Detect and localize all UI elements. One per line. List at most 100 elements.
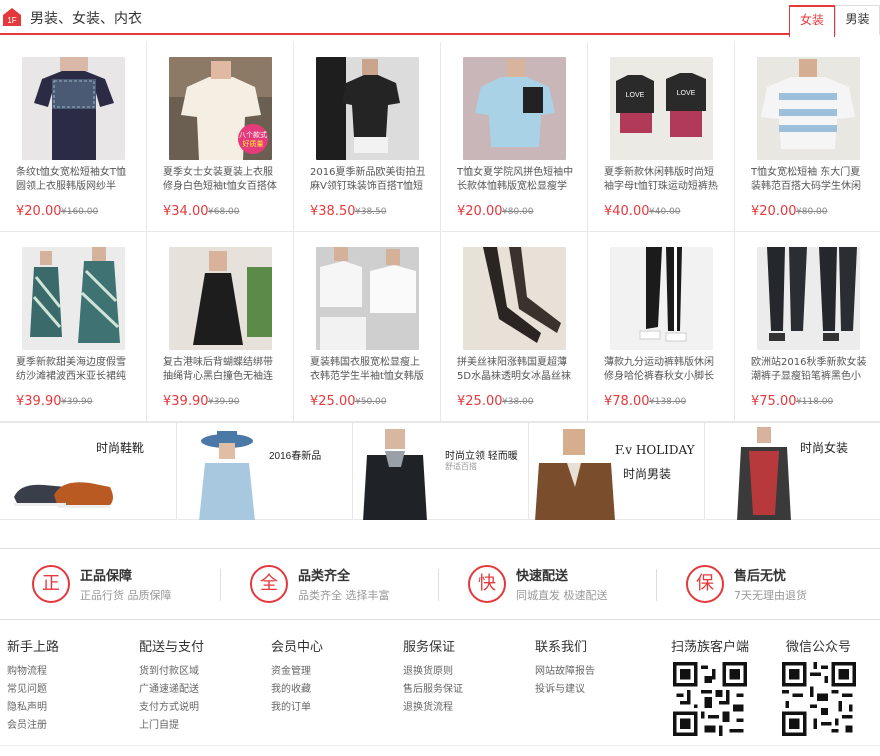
footer-link[interactable]: 投诉与建议 — [535, 681, 595, 699]
product-name[interactable]: T恤女宽松短袖 东大门夏装韩范百搭大码学生休闲 — [751, 166, 869, 194]
svg-text:LOVE: LOVE — [677, 90, 696, 97]
product-price: ¥20.00 — [16, 204, 62, 219]
service-title: 售后无忧 — [734, 569, 787, 584]
product-card[interactable]: T恤女宽松短袖 东大门夏装韩范百搭大码学生休闲 ¥20.00 ¥80.00 — [735, 42, 880, 232]
banner-title: 时尚女装 — [800, 441, 849, 455]
banner-title: 时尚鞋靴 — [96, 441, 145, 455]
product-original-price: ¥40.00 — [649, 207, 681, 217]
footer-col-title: 新手上路 — [7, 640, 60, 655]
footer-col-member: 会员中心 资金管理 我的收藏 我的订单 — [271, 636, 323, 717]
banner-shoes[interactable]: 时尚鞋靴 — [0, 423, 177, 520]
floor-title: 男装、女装、内衣 — [30, 11, 142, 27]
product-name[interactable]: 欧洲站2016秋季新款女装潮裤子显瘦铅笔裤黑色小 — [751, 356, 869, 384]
shoes-image — [14, 482, 113, 508]
product-image[interactable] — [463, 57, 566, 160]
product-price: ¥20.00 — [751, 204, 797, 219]
footer-link[interactable]: 隐私声明 — [7, 699, 59, 717]
product-price: ¥75.00 — [751, 394, 797, 409]
product-card[interactable]: 条纹t恤女宽松短袖女T恤圆领上衣服韩版网纱半 ¥20.00 ¥160.00 — [0, 42, 147, 232]
product-card[interactable]: 八个款式 好质量 夏季女士女装夏装上衣服修身白色短袖t恤女百搭体 ¥34.00 … — [147, 42, 294, 232]
product-image[interactable] — [22, 57, 125, 160]
footer-link[interactable]: 退换货原则 — [403, 663, 463, 681]
footer-link[interactable]: 我的订单 — [271, 699, 323, 717]
product-name[interactable]: 条纹t恤女宽松短袖女T恤圆领上衣服韩版网纱半 — [16, 166, 134, 194]
product-card[interactable]: 复古港味后背蝴蝶结绑带抽绳背心黑白撞色无袖连 ¥39.90 ¥39.90 — [147, 232, 294, 422]
footer-link[interactable]: 退换货流程 — [403, 699, 463, 717]
product-original-price: ¥68.00 — [208, 207, 240, 217]
product-card[interactable]: 夏装韩国衣服宽松显瘦上衣韩范学生半袖t恤女韩版 ¥25.00 ¥50.00 — [294, 232, 441, 422]
banner-womenswear[interactable]: 时尚女装 — [705, 423, 880, 520]
product-card[interactable]: 拼美丝袜阳涨韩国夏超薄5D水晶袜透明女冰晶丝袜 ¥25.00 ¥38.00 — [441, 232, 588, 422]
footer-link[interactable]: 购物流程 — [7, 663, 59, 681]
product-card[interactable]: T恤女夏学院风拼色短袖中长款体恤韩版宽松显瘦学 ¥20.00 ¥80.00 — [441, 42, 588, 232]
service-subtitle: 7天无理由退货 — [734, 589, 807, 602]
product-name[interactable]: 夏季女士女装夏装上衣服修身白色短袖t恤女百搭体 — [163, 166, 281, 194]
banner-title: 2016春新品 — [269, 451, 322, 462]
qr-title-wechat: 微信公众号 — [786, 640, 852, 655]
footer-link[interactable]: 我的收藏 — [271, 681, 323, 699]
footer-link[interactable]: 常见问题 — [7, 681, 59, 699]
footer-link[interactable]: 网站故障报告 — [535, 663, 595, 681]
product-name[interactable]: 2016夏季新品欧美街拍丑麻V领钉珠装饰百搭T恤短 — [310, 166, 428, 194]
product-image[interactable] — [757, 247, 860, 350]
banner-title: 时尚立领 轻而暖 — [445, 451, 518, 462]
svg-text:LOVE: LOVE — [626, 92, 645, 99]
footer-link[interactable]: 广通速递配送 — [139, 681, 204, 699]
footer-link[interactable]: 上门自提 — [139, 717, 204, 735]
banner-spring-new[interactable]: 2016春新品 — [177, 423, 353, 520]
banner-menswear[interactable]: F.v HOLIDAY 时尚男装 — [529, 423, 705, 520]
product-image[interactable] — [22, 247, 125, 350]
product-card[interactable]: LOVE LOVE 夏季新款休闲韩版时尚短袖字母t恤钉珠运动短裤热 ¥40.00… — [588, 42, 735, 232]
product-name[interactable]: 夏装韩国衣服宽松显瘦上衣韩范学生半袖t恤女韩版 — [310, 356, 428, 384]
product-name[interactable]: T恤女夏学院风拼色短袖中长款体恤韩版宽松显瘦学 — [457, 166, 575, 194]
qr-code-app — [673, 662, 747, 736]
product-name[interactable]: 拼美丝袜阳涨韩国夏超薄5D水晶袜透明女冰晶丝袜 — [457, 356, 575, 384]
footer-link[interactable]: 会员注册 — [7, 717, 59, 735]
product-image[interactable] — [610, 247, 713, 350]
divider — [220, 569, 221, 601]
product-price: ¥38.50 — [310, 204, 356, 219]
product-card[interactable]: 薄款九分运动裤韩版休闲修身哈伦裤春秋女小脚长 ¥78.00 ¥138.00 — [588, 232, 735, 422]
product-image[interactable]: 八个款式 好质量 — [169, 57, 272, 160]
product-name[interactable]: 夏季新款休闲韩版时尚短袖字母t恤钉珠运动短裤热 — [604, 166, 722, 194]
svg-text:好质量: 好质量 — [243, 139, 264, 148]
tab-men[interactable]: 男装 — [835, 5, 880, 35]
product-card[interactable]: 夏季新款甜美海边度假雪纺沙滩裙波西米亚长裙纯 ¥39.90 ¥39.90 — [0, 232, 147, 422]
promo-banners: 时尚鞋靴 2016春新品 时尚立领 轻而暖 舒适百搭 F.v HOLIDAY 时… — [0, 422, 880, 520]
product-price: ¥25.00 — [310, 394, 356, 409]
product-price: ¥25.00 — [457, 394, 503, 409]
footer-bottom-divider — [0, 745, 880, 746]
footer-link[interactable]: 支付方式说明 — [139, 699, 204, 717]
product-image[interactable]: LOVE LOVE — [610, 57, 713, 160]
divider — [438, 569, 439, 601]
product-name[interactable]: 薄款九分运动裤韩版休闲修身哈伦裤春秋女小脚长 — [604, 356, 722, 384]
footer-link[interactable]: 售后服务保证 — [403, 681, 463, 699]
product-image[interactable] — [169, 247, 272, 350]
service-subtitle: 品类齐全 选择丰富 — [298, 589, 390, 602]
footer-link[interactable]: 货到付款区域 — [139, 663, 204, 681]
product-image[interactable] — [316, 247, 419, 350]
service-subtitle: 同城直发 极速配送 — [516, 589, 608, 602]
product-price: ¥34.00 — [163, 204, 209, 219]
product-name[interactable]: 复古港味后背蝴蝶结绑带抽绳背心黑白撞色无袖连 — [163, 356, 281, 384]
floor-header: 1F 男装、女装、内衣 女装 男装 — [0, 0, 880, 37]
product-original-price: ¥39.90 — [61, 397, 93, 407]
footer-col-service: 服务保证 退换货原则 售后服务保证 退换货流程 — [403, 636, 463, 717]
product-name[interactable]: 夏季新款甜美海边度假雪纺沙滩裙波西米亚长裙纯 — [16, 356, 134, 384]
model-suit-image — [535, 429, 615, 520]
aftersales-icon: 保 — [686, 565, 724, 603]
svg-text:八个款式: 八个款式 — [239, 130, 267, 139]
tab-women[interactable]: 女装 — [789, 5, 835, 37]
variety-icon: 全 — [250, 565, 288, 603]
product-price: ¥40.00 — [604, 204, 650, 219]
footer-link[interactable]: 资金管理 — [271, 663, 323, 681]
product-card[interactable]: 2016夏季新品欧美街拍丑麻V领钉珠装饰百搭T恤短 ¥38.50 ¥38.50 — [294, 42, 441, 232]
footer-col-title: 会员中心 — [271, 640, 324, 655]
product-image[interactable] — [757, 57, 860, 160]
product-image[interactable] — [463, 247, 566, 350]
product-card[interactable]: 欧洲站2016秋季新款女装潮裤子显瘦铅笔裤黑色小 ¥75.00 ¥118.00 — [735, 232, 880, 422]
service-subtitle: 正品行货 品质保障 — [80, 589, 172, 602]
floor-house-icon: 1F — [3, 8, 21, 26]
product-image[interactable] — [316, 57, 419, 160]
banner-jacket[interactable]: 时尚立领 轻而暖 舒适百搭 — [353, 423, 529, 520]
